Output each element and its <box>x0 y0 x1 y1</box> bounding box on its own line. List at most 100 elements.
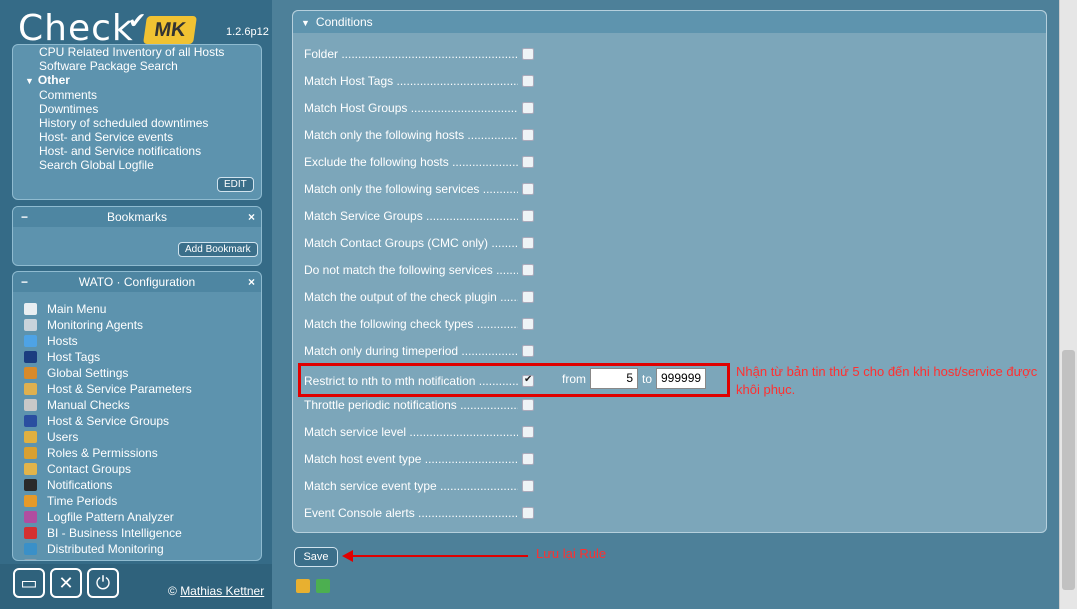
wato-menu-label: Monitoring Agents <box>47 318 144 332</box>
wato-menu-label: Time Periods <box>47 494 118 508</box>
export-icon[interactable] <box>316 579 330 593</box>
view-link[interactable]: Software Package Search <box>13 59 261 73</box>
view-link[interactable]: CPU Related Inventory of all Hosts <box>13 47 261 59</box>
wato-menu-item[interactable]: Notifications <box>13 477 261 493</box>
author-link[interactable]: Mathias Kettner <box>180 584 264 598</box>
condition-label: Match the output of the check plugin ...… <box>304 290 518 304</box>
users-icon <box>24 431 37 443</box>
close-icon[interactable]: × <box>248 272 255 292</box>
condition-label: Match service event type ...............… <box>304 479 518 493</box>
condition-row: Match Contact Groups (CMC only) ........… <box>304 236 534 252</box>
copyright: © Mathias Kettner <box>168 584 265 598</box>
view-link[interactable]: Comments <box>13 88 261 102</box>
wato-menu-item[interactable]: Host Tags <box>13 349 261 365</box>
wato-menu-item[interactable]: Contact Groups <box>13 461 261 477</box>
wato-menu-item[interactable]: Manual Checks <box>13 397 261 413</box>
wato-menu-item[interactable]: Host & Service Parameters <box>13 381 261 397</box>
settings-icon <box>24 367 37 379</box>
view-link[interactable]: History of scheduled downtimes <box>13 116 261 130</box>
wato-menu-label: Roles & Permissions <box>47 446 158 460</box>
condition-checkbox[interactable] <box>522 453 534 465</box>
minimize-icon[interactable]: − <box>21 272 28 292</box>
wato-menu-item[interactable]: Host & Service Groups <box>13 413 261 429</box>
logout-icon[interactable]: ⏻ <box>87 568 119 598</box>
wato-menu-item[interactable]: BI - Business Intelligence <box>13 525 261 541</box>
annotation-restrict-note: Nhận từ bản tin thứ 5 cho đến khi host/s… <box>736 364 1038 397</box>
condition-row: Match Host Tags ........................… <box>304 74 534 90</box>
edit-views-button[interactable]: EDIT <box>217 177 254 192</box>
condition-row: Match Service Groups ...................… <box>304 209 534 225</box>
wato-menu-item[interactable]: Backup & Restore <box>13 557 261 560</box>
condition-label: Exclude the following hosts ............… <box>304 155 518 169</box>
wato-menu-item[interactable]: Main Menu <box>13 301 261 317</box>
annotation-arrow <box>352 555 528 557</box>
condition-label: Match Host Groups ......................… <box>304 101 518 115</box>
view-link[interactable]: Host- and Service events <box>13 130 261 144</box>
bookmarks-header[interactable]: − Bookmarks × <box>13 207 261 227</box>
import-icon[interactable] <box>296 579 310 593</box>
condition-checkbox[interactable] <box>522 48 534 60</box>
close-icon[interactable]: × <box>248 207 255 227</box>
conditions-header[interactable]: ▼ Conditions <box>293 11 1046 33</box>
minimize-icon[interactable]: − <box>21 207 28 227</box>
wato-menu-label: Notifications <box>47 478 113 492</box>
clock-icon <box>24 495 37 507</box>
condition-label: Match only during timeperiod ...........… <box>304 344 518 358</box>
view-link[interactable]: Downtimes <box>13 102 261 116</box>
condition-checkbox[interactable] <box>522 399 534 411</box>
wato-menu-label: Hosts <box>47 334 78 348</box>
view-link[interactable]: Search Global Logfile <box>13 158 261 172</box>
condition-row: Exclude the following hosts ............… <box>304 155 534 171</box>
wato-header[interactable]: − WATO · Configuration × <box>13 272 261 292</box>
condition-checkbox[interactable] <box>522 156 534 168</box>
condition-row: Match Host Groups ......................… <box>304 101 534 117</box>
wato-menu-label: Host & Service Groups <box>47 414 170 428</box>
save-button[interactable]: Save <box>294 547 338 567</box>
wato-menu-label: Manual Checks <box>47 398 130 412</box>
condition-row: Match the output of the check plugin ...… <box>304 290 534 306</box>
wato-menu-item[interactable]: Monitoring Agents <box>13 317 261 333</box>
add-bookmark-button[interactable]: Add Bookmark <box>178 242 258 257</box>
annotation-highlight-box <box>298 363 730 397</box>
wato-menu-item[interactable]: Distributed Monitoring <box>13 541 261 557</box>
condition-checkbox[interactable] <box>522 102 534 114</box>
condition-checkbox[interactable] <box>522 318 534 330</box>
condition-checkbox[interactable] <box>522 237 534 249</box>
condition-checkbox[interactable] <box>522 507 534 519</box>
wato-menu: Main Menu Monitoring Agents Hosts Host Tags… <box>13 292 261 560</box>
groups-icon <box>24 415 37 427</box>
wato-menu-label: BI - Business Intelligence <box>47 526 182 540</box>
wato-menu-item[interactable]: Users <box>13 429 261 445</box>
condition-checkbox[interactable] <box>522 426 534 438</box>
scrollbar-thumb[interactable] <box>1062 350 1075 590</box>
tag-icon <box>24 351 37 363</box>
condition-checkbox[interactable] <box>522 129 534 141</box>
condition-row: Event Console alerts ...................… <box>304 506 534 522</box>
add-snapin-icon[interactable]: ▭ <box>13 568 45 598</box>
views-section-other[interactable]: ▼ Other <box>13 73 261 88</box>
roles-icon <box>24 447 37 459</box>
wato-menu-item[interactable]: Logfile Pattern Analyzer <box>13 509 261 525</box>
rules-icon <box>24 383 37 395</box>
wato-menu-item[interactable]: Time Periods <box>13 493 261 509</box>
wato-menu-item[interactable]: Roles & Permissions <box>13 445 261 461</box>
checkmk-logo[interactable]: Check ✔ MK 1.2.6p12 <box>0 0 272 50</box>
condition-checkbox[interactable] <box>522 480 534 492</box>
scrollbar[interactable] <box>1059 0 1077 609</box>
wato-menu-label: Global Settings <box>47 366 129 380</box>
annotation-save-note: Lưu lại Rule <box>536 546 607 561</box>
view-link[interactable]: Host- and Service notifications <box>13 144 261 158</box>
condition-checkbox[interactable] <box>522 183 534 195</box>
tools-icon[interactable]: ✕ <box>50 568 82 598</box>
wato-menu-label: Distributed Monitoring <box>47 542 164 556</box>
wato-menu-item[interactable]: Global Settings <box>13 365 261 381</box>
condition-checkbox[interactable] <box>522 345 534 357</box>
condition-checkbox[interactable] <box>522 264 534 276</box>
wato-menu-label: Host & Service Parameters <box>47 382 192 396</box>
wato-menu-item[interactable]: Hosts <box>13 333 261 349</box>
condition-checkbox[interactable] <box>522 291 534 303</box>
condition-checkbox[interactable] <box>522 75 534 87</box>
condition-checkbox[interactable] <box>522 210 534 222</box>
wato-menu-label: Contact Groups <box>47 462 132 476</box>
bi-icon <box>24 527 37 539</box>
